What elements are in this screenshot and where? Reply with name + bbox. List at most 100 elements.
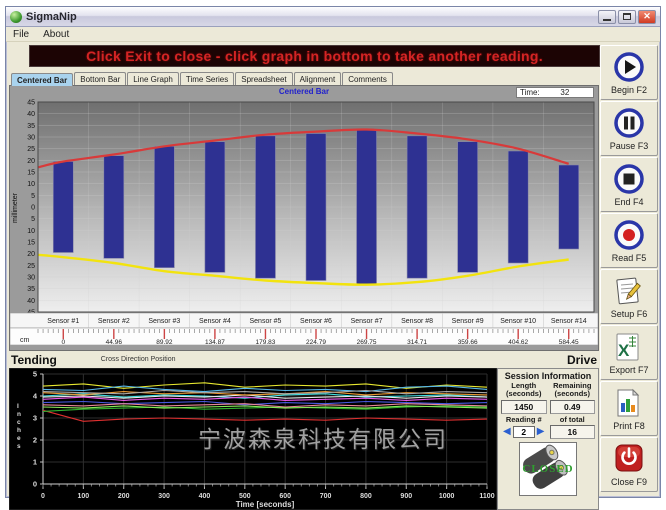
close-button[interactable]: ✕ [638,10,656,24]
ruler-position-label: 314.71 [407,339,427,345]
svg-text:35: 35 [27,123,35,130]
time-readout: Time: 32 [516,87,594,98]
length-label: Length (seconds) [501,382,547,399]
tending-label: Tending [9,353,57,367]
play-icon [612,50,646,84]
begin-button[interactable]: Begin F2 [600,45,658,100]
app-icon [10,11,22,23]
trend-y-axis-label: Inches [17,403,21,450]
trend-x-axis-label: Time [seconds] [236,500,295,509]
svg-text:5: 5 [33,370,37,379]
cross-direction-position-label: Cross Direction Position [101,356,176,363]
sensor-label: Sensor #10 [500,318,536,325]
centered-bar-chart: 45403530252015105051015202530354045milli… [10,99,598,345]
ruler-position-label: 404.62 [508,339,528,345]
svg-text:0: 0 [41,493,45,500]
sensor-label: Sensor #9 [452,318,484,325]
nip-status-image: CLOSED [519,442,577,496]
ruler-position-label: 269.75 [357,339,377,345]
next-reading-icon[interactable]: ▶ [537,427,545,437]
trend-line-chart[interactable]: 0123450100200300400500600700800900100011… [9,368,497,510]
svg-text:35: 35 [27,286,35,293]
tab-alignment[interactable]: Alignment [294,72,342,85]
previous-reading-icon[interactable]: ◀ [503,427,511,437]
sensor-label: Sensor #6 [300,318,332,325]
tab-bottom-bar[interactable]: Bottom Bar [74,72,126,85]
tab-comments[interactable]: Comments [342,72,393,85]
end-button[interactable]: End F4 [600,157,658,212]
stop-icon [612,162,646,196]
menu-about[interactable]: About [36,29,76,40]
svg-text:200: 200 [118,493,130,500]
of-total-label: of total [550,415,596,424]
sensor-label: Sensor #4 [199,318,231,325]
svg-text:X: X [618,341,630,360]
time-label: Time: [520,88,540,97]
banner-text: Click Exit to close - click graph in bot… [86,48,543,64]
read-button[interactable]: Read F5 [600,213,658,268]
bar-6 [306,134,326,281]
bar-7 [357,130,377,284]
bar-11 [559,165,579,249]
centered-bar-panel: Centered Bar Time: 32 454035302520151050… [9,85,599,351]
svg-text:20: 20 [27,158,35,165]
sensor-label: Sensor #5 [249,318,281,325]
bar-8 [407,136,427,278]
svg-text:25: 25 [27,146,35,153]
window-title: SigmaNip [26,11,596,23]
svg-text:0: 0 [33,480,37,489]
svg-text:600: 600 [279,493,291,500]
total-readings-value: 16 [550,425,596,439]
sensor-label: Sensor #8 [401,318,433,325]
session-title: Session Information [501,371,595,381]
menu-file[interactable]: File [6,29,36,40]
title-bar[interactable]: SigmaNip ✕ [6,7,660,27]
ruler-position-label: 179.83 [256,339,276,345]
sensor-label: Sensor #2 [98,318,130,325]
svg-text:5: 5 [31,216,35,223]
sensor-label: Sensor #7 [351,318,383,325]
record-icon [612,218,646,252]
svg-text:40: 40 [27,111,35,118]
svg-text:45: 45 [27,100,35,107]
svg-text:30: 30 [27,275,35,282]
export-button[interactable]: X Export F7 [600,325,658,380]
svg-text:30: 30 [27,135,35,142]
report-chart-icon [612,386,646,420]
menu-bar: File About [6,27,660,42]
minimize-button[interactable] [598,10,616,24]
sensor-label: Sensor #3 [148,318,180,325]
pause-button[interactable]: Pause F3 [600,101,658,156]
tending-row: Tending Cross Direction Position Drive [9,351,599,368]
tab-time-series[interactable]: Time Series [180,72,234,85]
reading-number-input[interactable]: 2 [513,426,535,438]
print-button[interactable]: Print F8 [600,381,658,436]
svg-text:400: 400 [199,493,211,500]
svg-text:900: 900 [400,493,412,500]
ruler-position-label: 44.96 [106,339,123,345]
bar-5 [255,136,275,278]
bar-3 [154,146,174,267]
svg-text:800: 800 [360,493,372,500]
bar-4 [205,142,225,273]
bar-9 [458,142,478,273]
ruler-position-label: 224.79 [306,339,326,345]
message-banner: Click Exit to close - click graph in bot… [29,45,600,67]
restore-button[interactable] [618,10,636,24]
ruler-position-label: 89.92 [156,339,173,345]
tab-strip: Centered Bar Bottom Bar Line Graph Time … [9,69,600,85]
svg-text:10: 10 [27,228,35,235]
svg-text:15: 15 [27,240,35,247]
svg-text:5: 5 [31,193,35,200]
bar-2 [104,156,124,259]
svg-text:500: 500 [239,493,251,500]
notepad-pencil-icon [612,274,646,308]
svg-text:15: 15 [27,170,35,177]
setup-button[interactable]: Setup F6 [600,269,658,324]
tab-line-graph[interactable]: Line Graph [127,72,179,85]
excel-icon: X [612,330,646,364]
tab-spreadsheet[interactable]: Spreadsheet [235,72,292,85]
svg-text:2: 2 [33,436,37,445]
close-f9-button[interactable]: Close F9 [600,437,658,492]
tab-centered-bar[interactable]: Centered Bar [11,73,73,86]
